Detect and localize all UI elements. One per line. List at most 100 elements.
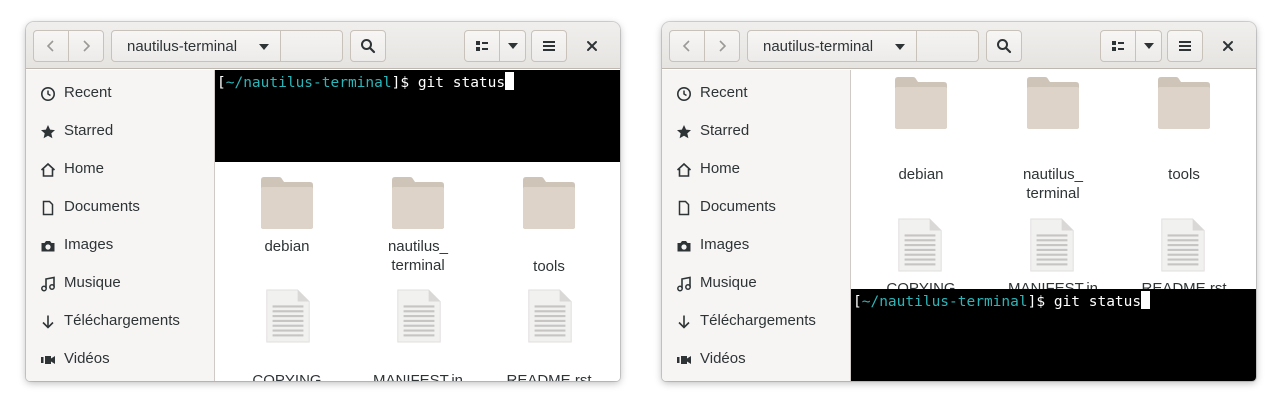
folder-icon [895,77,947,129]
video-icon [677,356,691,364]
path-bar-empty-segment[interactable] [280,30,343,62]
file-name-line2: terminal [391,257,445,274]
sidebar-item-home[interactable]: Home [662,150,850,188]
file-name: nautilus_ [387,238,449,255]
search-icon [361,39,376,54]
star-icon [41,125,55,139]
star-icon [677,125,691,139]
sidebar-item-musique[interactable]: Musique [26,264,214,302]
text-file-icon [898,218,942,272]
file-icon-view: debian nautilus_ terminal tools COPYING … [215,162,620,381]
places-sidebar: Recent Starred Home Documents Images Mus… [26,70,215,381]
folder-icon [261,177,313,229]
file-name: debian [264,238,310,255]
file-name: README.rst [1141,280,1227,289]
sidebar-item-label: Starred [64,122,114,139]
main-menu-button[interactable] [531,30,567,62]
sidebar-item-label: Images [64,236,114,253]
close-window-button[interactable] [582,36,602,56]
file-name: COPYING [886,280,956,289]
go-back-icon [682,40,690,52]
go-forward-icon [719,40,727,52]
sidebar-item-home[interactable]: Home [26,150,214,188]
sidebar-item-videos[interactable]: Vidéos [662,340,850,378]
folder-icon [523,177,575,229]
sidebar-item-starred[interactable]: Starred [662,112,850,150]
view-options-dropdown[interactable] [1135,30,1162,62]
folder-icon [392,177,444,229]
folder-icon [1027,77,1079,129]
sidebar-item-images[interactable]: Images [662,226,850,264]
forward-button[interactable] [704,30,740,62]
search-button[interactable] [986,30,1022,62]
pan-down-icon [259,44,269,50]
header-bar: nautilus-terminal [662,22,1256,69]
view-options-dropdown[interactable] [499,30,526,62]
sidebar-item-telechargements[interactable]: Téléchargements [26,302,214,340]
sidebar-item-label: Recent [700,84,748,101]
sidebar-item-musique[interactable]: Musique [662,264,850,302]
hamburger-menu-icon [543,41,555,51]
search-button[interactable] [350,30,386,62]
sidebar-item-starred[interactable]: Starred [26,112,214,150]
sidebar-item-label: Téléchargements [700,312,816,329]
prompt-cwd: ~/nautilus-terminal [861,294,1028,310]
sidebar-item-videos[interactable]: Vidéos [26,340,214,378]
path-bar-current-folder[interactable]: nautilus-terminal [747,30,917,62]
sidebar-item-label: Home [64,160,105,177]
go-forward-icon [83,40,91,52]
text-file-icon [397,289,441,343]
sidebar-item-recent[interactable]: Recent [26,74,214,112]
embedded-terminal[interactable]: [~/nautilus-terminal]$ git status [851,289,1256,381]
path-bar-empty-segment[interactable] [916,30,979,62]
sidebar-item-label: Home [700,160,741,177]
camera-icon [41,241,55,252]
terminal-prompt-line: [~/nautilus-terminal]$ git status [217,72,515,91]
close-icon [587,41,597,51]
sidebar-item-label: Musique [700,274,757,291]
pan-down-icon [895,44,905,50]
path-label: nautilus-terminal [127,37,238,55]
file-name: tools [533,258,565,275]
back-button[interactable] [669,30,705,62]
view-mode-button[interactable] [464,30,500,62]
terminal-command: git status [1053,294,1142,310]
close-window-button[interactable] [1218,36,1238,56]
text-file-icon [1161,218,1205,272]
list-view-icon [1112,41,1124,51]
pan-down-icon [1143,43,1154,49]
sidebar-item-recent[interactable]: Recent [662,74,850,112]
sidebar-item-documents[interactable]: Documents [26,188,214,226]
sidebar-item-telechargements[interactable]: Téléchargements [662,302,850,340]
sidebar-item-label: Vidéos [64,350,110,367]
camera-icon [677,241,691,252]
go-back-icon [46,40,54,52]
home-icon [676,162,692,177]
sidebar-item-label: Starred [700,122,750,139]
sidebar-item-label: Images [700,236,750,253]
document-icon [42,200,54,216]
sidebar-item-documents[interactable]: Documents [662,188,850,226]
sidebar-item-label: Vidéos [700,350,746,367]
list-view-icon [476,41,488,51]
back-button[interactable] [33,30,69,62]
sidebar-item-label: Documents [700,198,776,215]
text-file-icon [266,289,310,343]
document-icon [678,200,690,216]
file-name: debian [898,166,944,183]
video-icon [41,356,55,364]
music-icon [41,276,55,292]
view-mode-button[interactable] [1100,30,1136,62]
terminal-command: git status [417,75,506,91]
file-name-line2: terminal [1026,185,1080,202]
forward-button[interactable] [68,30,104,62]
clock-icon [41,87,55,101]
sidebar-item-images[interactable]: Images [26,226,214,264]
path-bar-current-folder[interactable]: nautilus-terminal [111,30,281,62]
download-icon [678,315,690,329]
sidebar-item-label: Téléchargements [64,312,180,329]
main-menu-button[interactable] [1167,30,1203,62]
embedded-terminal[interactable]: [~/nautilus-terminal]$ git status [215,70,620,162]
places-sidebar: Recent Starred Home Documents Images Mus… [662,70,851,381]
file-name: README.rst [506,372,592,381]
